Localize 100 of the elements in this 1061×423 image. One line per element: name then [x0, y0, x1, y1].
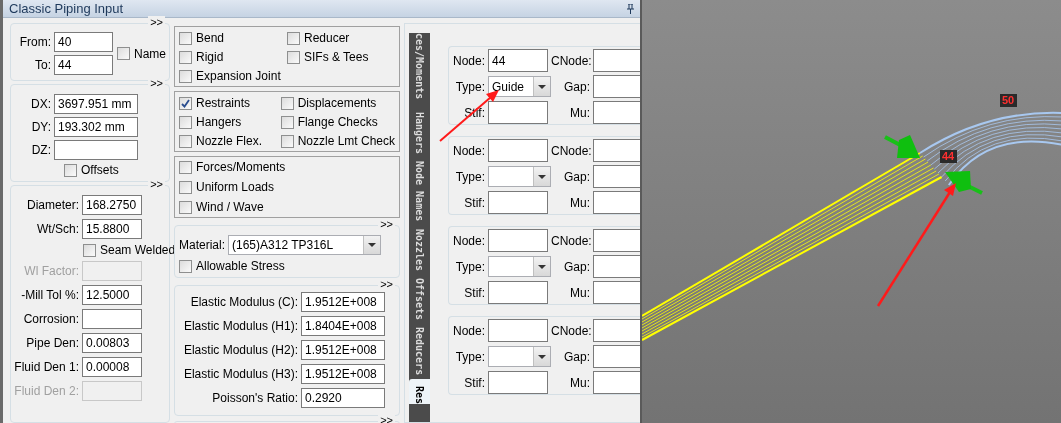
field-label: Fluid Den 2: — [13, 384, 79, 398]
field-label: DY: — [30, 120, 51, 134]
caret-icon — [538, 354, 546, 359]
text-field[interactable] — [488, 281, 548, 304]
checkbox[interactable] — [179, 50, 192, 64]
field-label: Gap: — [563, 169, 590, 184]
text-field[interactable] — [54, 140, 138, 160]
text-field[interactable]: 1.9512E+008 — [301, 340, 385, 360]
checkbox-label: Restraints — [196, 96, 251, 110]
text-field[interactable] — [593, 319, 640, 342]
checkbox[interactable] — [280, 96, 294, 110]
text-field[interactable] — [593, 165, 640, 188]
text-field[interactable] — [593, 49, 640, 72]
field-label: -Mill Tol %: — [20, 288, 79, 302]
field-label: Node: — [451, 233, 485, 248]
checkbox-label: Forces/Moments — [196, 160, 286, 174]
checkbox[interactable] — [287, 50, 300, 64]
text-field[interactable] — [82, 309, 142, 329]
text-field[interactable] — [593, 229, 640, 252]
dropdown[interactable] — [488, 166, 551, 187]
expand-button[interactable]: >> — [148, 77, 165, 89]
checkbox[interactable] — [179, 31, 192, 45]
text-field[interactable] — [593, 191, 640, 214]
field-label: Wt/Sch: — [36, 222, 79, 236]
text-field[interactable]: 1.9512E+008 — [301, 292, 385, 312]
checkbox[interactable] — [280, 115, 294, 129]
text-field[interactable]: 1.8404E+008 — [301, 316, 385, 336]
checkbox-label: Flange Checks — [297, 115, 378, 129]
text-field[interactable]: 3697.951 mm — [54, 94, 138, 114]
side-tab[interactable]: Nozzles — [409, 221, 430, 271]
side-tab[interactable]: Hangers — [409, 105, 430, 155]
text-field[interactable]: 44 — [54, 55, 113, 75]
text-field[interactable] — [593, 281, 640, 304]
checkbox[interactable] — [280, 134, 294, 148]
checkbox[interactable] — [83, 243, 96, 257]
text-field[interactable]: 193.302 mm — [54, 117, 138, 137]
field-label: Mu: — [569, 375, 590, 390]
field-label: Gap: — [563, 79, 590, 94]
expand-button[interactable]: >> — [148, 16, 165, 28]
text-field[interactable]: 15.8800 — [82, 219, 142, 239]
text-field[interactable]: 0.00803 — [82, 333, 142, 353]
dropdown[interactable]: (165)A312 TP316L — [228, 235, 381, 255]
dropdown[interactable] — [488, 256, 551, 277]
text-field[interactable]: 0.2920 — [301, 388, 385, 408]
checkbox[interactable] — [179, 160, 192, 174]
checkbox[interactable] — [179, 200, 192, 214]
dropdown[interactable]: Guide — [488, 76, 551, 97]
text-field[interactable] — [593, 371, 640, 394]
checkbox[interactable] — [179, 134, 192, 148]
text-field[interactable] — [593, 139, 640, 162]
caret-icon — [368, 243, 376, 247]
text-field[interactable] — [593, 101, 640, 124]
side-tab[interactable]: Node Names — [409, 154, 430, 222]
text-field[interactable] — [488, 319, 548, 342]
checkbox[interactable] — [117, 47, 130, 60]
text-field[interactable] — [593, 345, 640, 368]
side-tab[interactable]: ces/Moments — [409, 33, 430, 106]
restraint-arrow-drawing — [945, 171, 983, 195]
checkbox[interactable] — [179, 96, 192, 110]
text-field[interactable] — [488, 139, 548, 162]
checkbox[interactable] — [179, 69, 192, 83]
text-field[interactable] — [488, 371, 548, 394]
text-field[interactable]: 1.9512E+008 — [301, 364, 385, 384]
checkbox[interactable] — [179, 259, 192, 273]
expand-button[interactable]: >> — [378, 414, 395, 423]
checkbox-label: Hangers — [196, 115, 242, 129]
text-field[interactable] — [488, 101, 548, 124]
checkbox[interactable] — [287, 31, 300, 45]
checkbox-label: Nozzle Lmt Check — [297, 134, 395, 148]
checkbox-label: Bend — [196, 31, 225, 45]
text-field[interactable]: 44 — [488, 49, 548, 72]
text-field[interactable] — [593, 255, 640, 278]
text-field[interactable]: 0.00008 — [82, 357, 142, 377]
checkbox[interactable] — [179, 115, 192, 129]
text-field[interactable]: 40 — [54, 32, 113, 52]
text-field[interactable] — [488, 191, 548, 214]
side-tab[interactable]: Reducers — [409, 319, 430, 376]
field-label: Poisson's Ratio: — [211, 391, 298, 405]
field-label: Elastic Modulus (H2): — [182, 343, 298, 357]
caret-icon — [538, 264, 546, 269]
text-field[interactable]: 168.2750 — [82, 195, 142, 215]
side-tab[interactable]: Res — [409, 379, 430, 405]
dropdown[interactable] — [488, 346, 551, 367]
text-field[interactable] — [593, 75, 640, 98]
checkbox-label: Displacements — [297, 96, 377, 110]
window-title: Classic Piping Input — [9, 1, 124, 16]
expand-button[interactable]: >> — [378, 218, 395, 230]
field-label: Stif: — [463, 285, 485, 300]
text-field[interactable]: 12.5000 — [82, 285, 142, 305]
field-label: Gap: — [563, 259, 590, 274]
field-label: Node: — [451, 53, 485, 68]
field-label: From: — [18, 35, 51, 49]
field-label: CNode: — [551, 323, 590, 338]
checkbox[interactable] — [179, 180, 192, 194]
expand-button[interactable]: >> — [148, 178, 165, 190]
text-field[interactable] — [488, 229, 548, 252]
side-tab[interactable]: Offsets — [409, 270, 430, 320]
checkbox[interactable] — [64, 163, 77, 177]
pin-icon[interactable] — [627, 3, 634, 14]
expand-button[interactable]: >> — [378, 278, 395, 290]
